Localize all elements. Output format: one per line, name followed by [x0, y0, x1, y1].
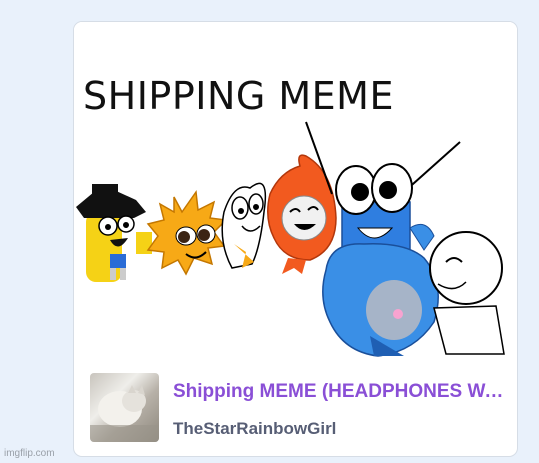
imgflip-watermark: imgflip.com — [4, 448, 55, 459]
yellow-hat-character — [76, 184, 152, 282]
thumbnail-artwork — [76, 121, 505, 357]
spiky-sun-character — [146, 189, 228, 276]
white-roundhead-character — [429, 231, 505, 355]
project-title-link[interactable]: Shipping MEME (HEADPHONES WARNING) — [173, 381, 509, 403]
white-flame-character — [221, 182, 267, 269]
blue-hugging-character — [322, 223, 439, 357]
author-avatar[interactable] — [90, 373, 159, 442]
orange-flame-character — [267, 154, 337, 274]
project-thumbnail[interactable]: SHIPPING MEME — [74, 22, 517, 362]
cat-photo-icon — [90, 385, 159, 442]
project-info: Shipping MEME (HEADPHONES WARNING) TheSt… — [74, 368, 517, 456]
author-link[interactable]: TheStarRainbowGirl — [173, 419, 336, 439]
project-card[interactable]: SHIPPING MEME Shipping MEME (HEADPHONES … — [73, 21, 518, 457]
